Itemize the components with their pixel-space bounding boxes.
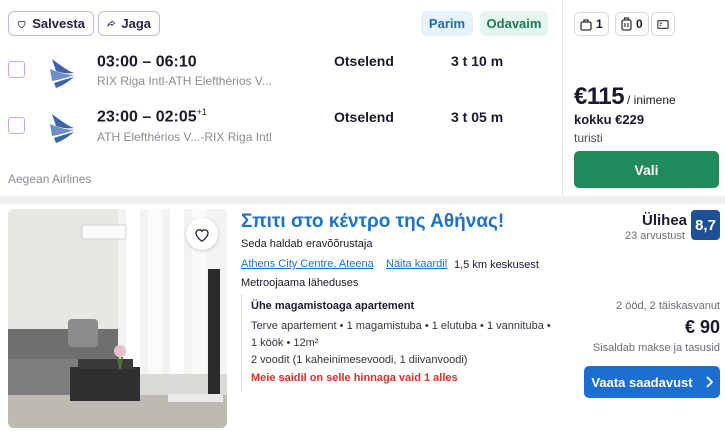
leg-2-checkbox[interactable] (8, 117, 25, 134)
hotel-price: € 90 (684, 317, 720, 337)
leg-1-checkbox[interactable] (8, 61, 25, 78)
carry-on-badge: 0 (615, 12, 649, 36)
personal-item-badge: 1 (574, 12, 609, 36)
leg-1-stops: Otselend (334, 53, 394, 69)
fare-info-badge[interactable] (651, 12, 675, 36)
flight-total-price: kokku €229 (574, 112, 645, 127)
carry-on-bag-icon (621, 17, 632, 31)
leg-1-route: RIX Riga Intl-ATH Elefthérios V... (97, 74, 272, 88)
per-person-label: / inimene (627, 93, 676, 107)
see-availability-label: Vaata saadavust (591, 374, 693, 390)
taxes-note: Sisaldab makse ja tasusid (592, 342, 720, 354)
heart-icon (195, 228, 209, 242)
bed-configuration: 2 voodit (1 kaheinimesevoodi, 1 diivanvo… (251, 354, 468, 366)
personal-item-count: 1 (596, 17, 603, 31)
aegean-logo-icon (50, 114, 74, 143)
location-link[interactable]: Athens City Centre, Ateena (241, 258, 374, 270)
show-on-map-link[interactable]: Näita kaardil (386, 258, 447, 270)
carry-on-count: 0 (636, 17, 643, 31)
review-count[interactable]: 23 arvustust (625, 230, 685, 242)
metro-proximity: Metroojaama läheduses (241, 277, 359, 289)
airline-name: Aegean Airlines (8, 172, 92, 186)
cabin-class: turisti (574, 131, 603, 145)
leg-2-route: ATH Elefthérios V...-RIX Riga Intl (97, 130, 272, 144)
save-label: Salvesta (32, 16, 85, 31)
ticket-icon (657, 19, 669, 29)
room-features-line-2: 1 köök • 12m² (251, 337, 319, 349)
chevron-right-icon (705, 376, 713, 388)
hotel-title[interactable]: Σπιτι στο κέντρο της Αθήνας! (241, 211, 504, 233)
select-flight-button[interactable]: Vali (574, 151, 719, 188)
host-type: Seda haldab eravõõrustaja (241, 238, 373, 250)
rating-word: Ülihea (642, 212, 688, 229)
flight-price: €115 (574, 83, 625, 110)
room-type: Ühe magamistoaga apartement (251, 300, 415, 312)
stay-occupancy: 2 ööd, 2 täiskasvanut (616, 300, 720, 312)
room-features-line-1: Terve apartement • 1 magamistuba • 1 elu… (251, 320, 551, 332)
leg-2-times: 23:00 – 02:05+1 (97, 107, 207, 126)
see-availability-button[interactable]: Vaata saadavust (584, 366, 720, 398)
leg-2-duration: 3 t 05 m (451, 109, 504, 125)
scarcity-notice: Meie saidil on selle hinnaga vaid 1 alle… (251, 372, 458, 384)
aegean-logo-icon (50, 59, 74, 88)
distance-from-center: 1,5 km keskusest (454, 259, 539, 271)
price-column-divider (562, 0, 563, 196)
cheapest-tag: Odavaim (480, 11, 548, 36)
best-tag: Parim (421, 11, 473, 36)
hotel-result-card: Σπιτι στο κέντρο της Αθήνας! Seda haldab… (0, 204, 725, 436)
heart-icon (17, 20, 26, 28)
share-icon (107, 20, 116, 27)
leg-2-stops: Otselend (334, 109, 394, 125)
save-button[interactable]: Salvesta (8, 11, 94, 36)
share-label: Jaga (121, 16, 151, 31)
rating-score-badge: 8,7 (691, 210, 720, 240)
favorite-button[interactable] (186, 218, 218, 250)
flight-result-card: Salvesta Jaga Parim Odavaim 1 0 03:00 – … (0, 0, 725, 196)
share-button[interactable]: Jaga (98, 11, 160, 36)
personal-bag-icon (580, 18, 592, 31)
leg-1-duration: 3 t 10 m (451, 53, 504, 69)
leg-1-times: 03:00 – 06:10 (97, 53, 197, 71)
